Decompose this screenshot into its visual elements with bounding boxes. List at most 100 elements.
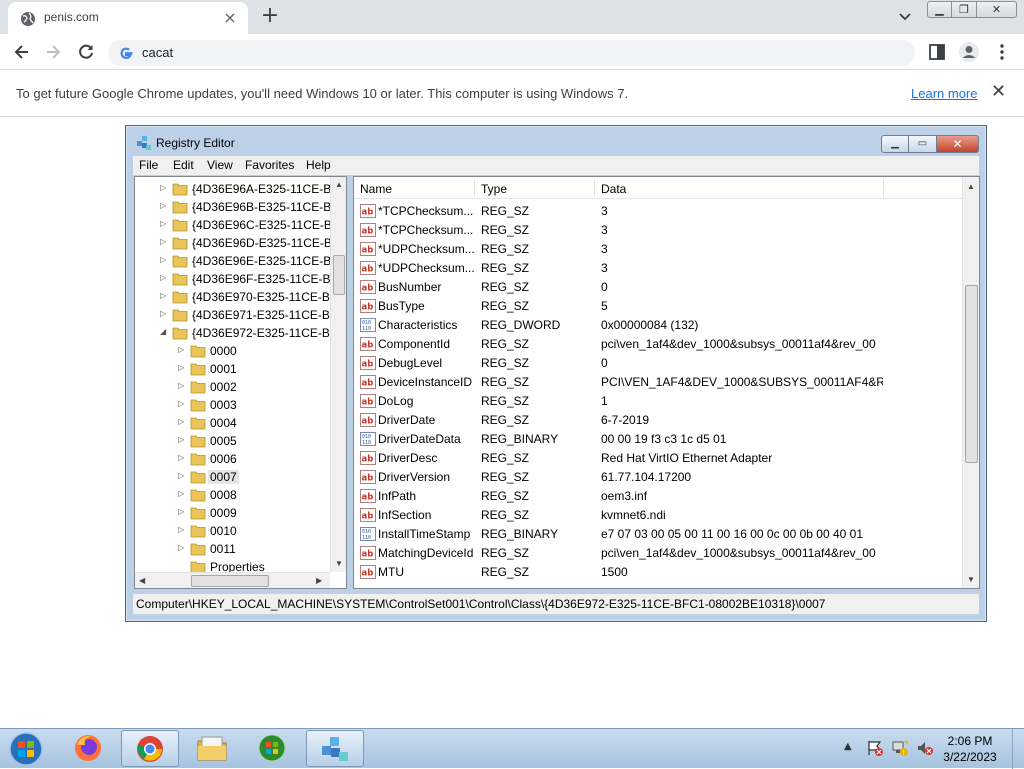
menu-favorites[interactable]: Favorites [245, 158, 294, 172]
scrollbar-thumb[interactable] [965, 285, 978, 463]
tree-item-subkey[interactable]: ▷ 0003 [135, 396, 330, 414]
tree-horizontal-scrollbar[interactable]: ◀ ▶ [135, 572, 330, 588]
window-restore-button[interactable]: ❐ [952, 1, 977, 18]
tree-item-subkey[interactable]: ▷ 0000 [135, 342, 330, 360]
tree-item-subkey[interactable]: ▷ 0004 [135, 414, 330, 432]
tree-item-subkey[interactable]: ▷ 0006 [135, 450, 330, 468]
taskbar-regedit[interactable] [306, 730, 364, 767]
start-orb-icon[interactable] [6, 731, 46, 767]
value-row[interactable]: ab DriverVersion REG_SZ 61.77.104.17200 [354, 468, 962, 487]
side-panel-icon[interactable] [928, 43, 946, 61]
tree-item-class-key[interactable]: ▷ {4D36E971-E325-11CE-BFC [135, 306, 346, 324]
column-data[interactable]: Data [601, 182, 626, 196]
browser-tab[interactable]: penis.com × [8, 2, 248, 34]
scroll-up-arrow-icon[interactable]: ▲ [967, 182, 975, 191]
value-row[interactable]: 010 110 InstallTimeStamp REG_BINARY e7 07 03… [354, 525, 962, 544]
value-row[interactable]: ab ComponentId REG_SZ pci\ven_1af4&dev_1000… [354, 335, 962, 354]
back-arrow-icon[interactable] [12, 42, 32, 62]
expand-arrow-icon[interactable]: ▷ [178, 399, 186, 408]
expand-arrow-icon[interactable]: ▷ [178, 453, 186, 462]
menu-view[interactable]: View [207, 158, 233, 172]
value-row[interactable]: ab BusNumber REG_SZ 0 [354, 278, 962, 297]
scroll-right-arrow-icon[interactable]: ▶ [316, 576, 322, 585]
tree-item-subkey[interactable]: ▷ 0010 [135, 522, 330, 540]
tree-item-subkey[interactable]: ▷ 0008 [135, 486, 330, 504]
scroll-down-arrow-icon[interactable]: ▼ [335, 559, 343, 568]
tab-search-icon[interactable] [896, 7, 914, 25]
value-row[interactable]: ab InfSection REG_SZ kvmnet6.ndi [354, 506, 962, 525]
volume-muted-icon[interactable] [916, 739, 934, 757]
action-center-flag-icon[interactable] [866, 739, 884, 757]
expand-arrow-icon[interactable]: ▷ [160, 219, 168, 228]
expand-arrow-icon[interactable]: ▷ [178, 417, 186, 426]
expand-arrow-icon[interactable]: ▷ [178, 363, 186, 372]
values-vertical-scrollbar[interactable]: ▲ ▼ [962, 177, 979, 588]
tree-vertical-scrollbar[interactable]: ▲ ▼ [330, 177, 346, 572]
column-type[interactable]: Type [481, 182, 507, 196]
expand-arrow-icon[interactable]: ▷ [160, 183, 168, 192]
tree-item-subkey-selected[interactable]: ▷ 0007 [135, 468, 330, 486]
value-row[interactable]: ab DeviceInstanceID REG_SZ PCI\VEN_1AF4&DEV… [354, 373, 962, 392]
address-bar[interactable]: cacat [108, 40, 915, 66]
learn-more-link[interactable]: Learn more [911, 86, 977, 101]
tree-item-subkey[interactable]: ▷ 0001 [135, 360, 330, 378]
value-row[interactable]: ab *TCPChecksum... REG_SZ 3 [354, 221, 962, 240]
tree-item-class-key[interactable]: ▷ {4D36E970-E325-11CE-BFC [135, 288, 346, 306]
expand-arrow-icon[interactable]: ▷ [178, 435, 186, 444]
scroll-up-arrow-icon[interactable]: ▲ [335, 180, 343, 189]
regedit-title-bar[interactable]: Registry Editor ▁ ▭ ✕ [126, 126, 986, 158]
value-row[interactable]: ab InfPath REG_SZ oem3.inf [354, 487, 962, 506]
taskbar-firefox[interactable] [60, 730, 118, 767]
value-row[interactable]: ab DriverDesc REG_SZ Red Hat VirtIO Etherne… [354, 449, 962, 468]
profile-avatar-icon[interactable] [958, 41, 980, 63]
expand-arrow-icon[interactable]: ▷ [160, 237, 168, 246]
taskbar-media-center[interactable] [244, 730, 302, 767]
scroll-left-arrow-icon[interactable]: ◀ [139, 576, 145, 585]
regedit-close-button[interactable]: ✕ [937, 135, 979, 153]
expand-arrow-icon[interactable]: ▷ [160, 291, 168, 300]
tree-item-class-key[interactable]: ▷ {4D36E96A-E325-11CE-BFC [135, 180, 346, 198]
value-row[interactable]: ab MTU REG_SZ 1500 [354, 563, 962, 582]
expand-arrow-icon[interactable]: ▷ [160, 309, 168, 318]
kebab-menu-icon[interactable] [994, 42, 1010, 62]
regedit-maximize-button[interactable]: ▭ [909, 135, 937, 153]
menu-edit[interactable]: Edit [173, 158, 194, 172]
system-clock[interactable]: 2:06 PM 3/22/2023 [940, 733, 1000, 765]
expand-arrow-icon[interactable]: ▷ [160, 255, 168, 264]
scroll-down-arrow-icon[interactable]: ▼ [967, 575, 975, 584]
expand-arrow-icon[interactable]: ▷ [178, 381, 186, 390]
registry-tree-pane[interactable]: ▷ {4D36E96A-E325-11CE-BFC ▷ {4D36E96B-E3… [134, 176, 347, 589]
infobar-close-icon[interactable]: ✕ [991, 83, 1006, 101]
value-row[interactable]: ab *TCPChecksum... REG_SZ 3 [354, 202, 962, 221]
expand-arrow-icon[interactable]: ▷ [178, 507, 186, 516]
reload-icon[interactable] [76, 42, 96, 62]
expand-arrow-icon[interactable]: ▷ [160, 201, 168, 210]
expand-arrow-icon[interactable]: ▷ [178, 525, 186, 534]
tab-close-icon[interactable]: × [222, 10, 238, 26]
menu-file[interactable]: File [139, 158, 158, 172]
value-row[interactable]: ab *UDPChecksum... REG_SZ 3 [354, 259, 962, 278]
value-row[interactable]: ab MatchingDeviceId REG_SZ pci\ven_1af4&dev… [354, 544, 962, 563]
new-tab-button[interactable]: + [258, 5, 282, 29]
value-row[interactable]: 010 110 Characteristics REG_DWORD 0x00000084… [354, 316, 962, 335]
collapse-arrow-icon[interactable]: ◢ [160, 327, 168, 336]
value-row[interactable]: ab DriverDate REG_SZ 6-7-2019 [354, 411, 962, 430]
expand-arrow-icon[interactable]: ▷ [178, 345, 186, 354]
show-desktop-button[interactable] [1012, 729, 1024, 769]
tree-item-subkey[interactable]: ▷ 0011 [135, 540, 330, 558]
forward-arrow-icon[interactable] [43, 42, 63, 62]
tree-item-class-key[interactable]: ▷ {4D36E96F-E325-11CE-BFC [135, 270, 346, 288]
value-row[interactable]: ab DebugLevel REG_SZ 0 [354, 354, 962, 373]
tree-item-subkey[interactable]: ▷ 0002 [135, 378, 330, 396]
expand-arrow-icon[interactable]: ▷ [178, 489, 186, 498]
window-minimize-button[interactable]: ▁ [927, 1, 952, 18]
column-name[interactable]: Name [360, 182, 392, 196]
menu-help[interactable]: Help [306, 158, 331, 172]
expand-arrow-icon[interactable]: ▷ [178, 543, 186, 552]
window-close-button[interactable]: ✕ [977, 1, 1017, 18]
expand-arrow-icon[interactable]: ▷ [178, 471, 186, 480]
tree-item-class-key[interactable]: ▷ {4D36E96C-E325-11CE-BFC [135, 216, 346, 234]
value-row[interactable]: ab *UDPChecksum... REG_SZ 3 [354, 240, 962, 259]
tree-item-class-key[interactable]: ▷ {4D36E96D-E325-11CE-BFC [135, 234, 346, 252]
scrollbar-thumb[interactable] [333, 255, 345, 295]
